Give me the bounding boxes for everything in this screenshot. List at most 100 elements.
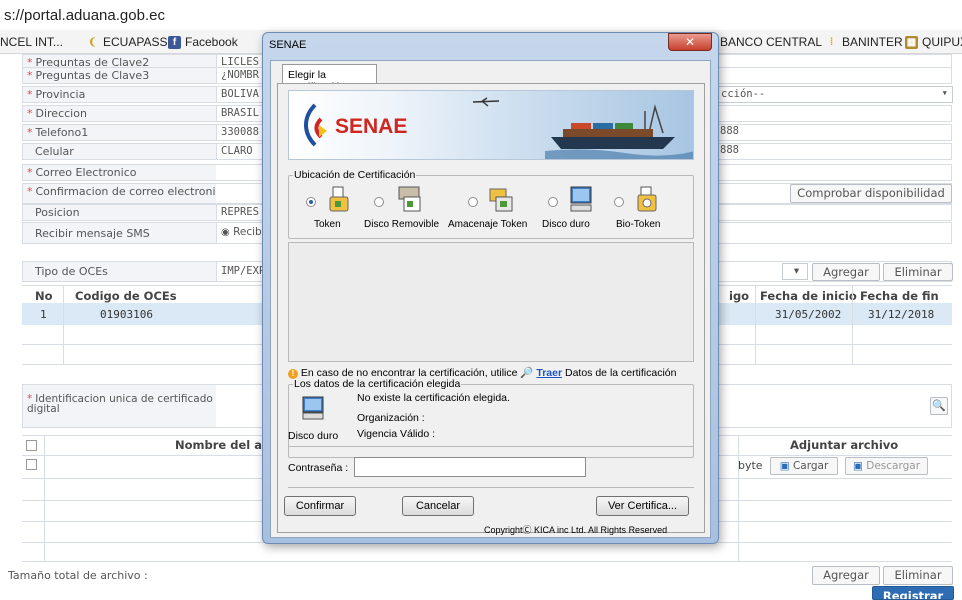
col-divider: [738, 436, 739, 561]
radio-hard-disk[interactable]: [548, 197, 558, 207]
field-label-text: Identificacion unica de certificado digi…: [27, 393, 213, 415]
upload-button[interactable]: ▣ Cargar: [770, 457, 838, 475]
facebook-icon: f: [168, 35, 181, 49]
divider: [288, 446, 694, 447]
selected-cert-legend: Los datos de la certificación elegida: [294, 378, 461, 390]
save-icon: ▣: [852, 460, 863, 472]
airplane-icon: [472, 97, 500, 107]
select-all-checkbox[interactable]: [26, 440, 37, 451]
required-marker: *: [27, 166, 33, 179]
option-label: Token: [314, 219, 341, 230]
tab-choose-certificate[interactable]: Elegir la Certificación: [282, 64, 377, 93]
cancel-button[interactable]: Cancelar: [402, 496, 474, 516]
col-header-end-date: Fecha de fin: [860, 289, 939, 303]
password-input[interactable]: [354, 457, 586, 477]
field-label-text: Tipo de OCEs: [35, 265, 108, 278]
field-label: Tipo de OCEs: [23, 262, 216, 281]
download-button[interactable]: ▣ Descargar: [845, 457, 928, 475]
bookmark-label: BANCO CENTRAL: [720, 35, 823, 49]
required-marker: *: [27, 185, 33, 198]
field-label: Recibir mensaje SMS: [23, 223, 216, 243]
sms-option-label: Recib: [233, 226, 262, 238]
option-token-storage[interactable]: Amacenaje Token: [448, 187, 538, 231]
add-file-button[interactable]: Agregar: [812, 566, 880, 585]
removable-disk-icon: [398, 186, 421, 212]
quipux-icon: ▦: [905, 35, 918, 49]
password-label: Contraseña :: [288, 462, 349, 474]
required-marker: *: [27, 107, 33, 120]
option-label: Disco duro: [542, 219, 590, 230]
address-bar[interactable]: s://portal.aduana.gob.ec: [0, 0, 962, 30]
search-icon[interactable]: 🔍: [930, 397, 948, 415]
telefono-ext: 888: [720, 125, 739, 137]
field-label-text: Posicion: [35, 206, 80, 219]
bookmark-ncel[interactable]: NCEL INT...: [0, 35, 63, 49]
bookmark-label: QUIPUX: [922, 35, 962, 49]
ship-icon: [545, 104, 693, 159]
dialog-body: Elegir la Certificación SENAE: [270, 60, 711, 538]
check-availability-button[interactable]: Comprobar disponibilidad: [790, 184, 952, 203]
save-icon: ▣: [779, 460, 790, 472]
field-label: * Identificacion unica de certificado dig…: [23, 385, 216, 427]
option-bio-token[interactable]: Bio-Token: [608, 186, 668, 231]
bookmark-ecuapass[interactable]: ❨ ECUAPASS: [86, 35, 167, 49]
view-certificate-button[interactable]: Ver Certifica...: [596, 496, 689, 516]
chevron-down-icon[interactable]: ▾: [782, 263, 808, 280]
download-label: Descargar: [866, 460, 921, 472]
oce-delete-button[interactable]: Eliminar: [883, 263, 953, 281]
field-label: * Preguntas de Clave3: [23, 68, 216, 83]
hard-disk-icon: [302, 396, 324, 420]
close-icon[interactable]: ✕: [668, 33, 712, 51]
dialog-title: SENAE: [269, 39, 307, 51]
senae-logo-icon: [304, 103, 327, 147]
option-token[interactable]: Token: [300, 186, 360, 231]
no-cert-message: No existe la certificación elegida.: [357, 392, 510, 404]
bio-token-icon: [637, 186, 657, 212]
senae-banner: SENAE: [288, 90, 694, 160]
ecuapass-icon: ❨: [88, 36, 97, 48]
option-removable-disk[interactable]: Disco Removible: [364, 186, 450, 231]
radio-removable-disk[interactable]: [374, 197, 384, 207]
bookmark-quipux[interactable]: ▦ QUIPUX: [905, 35, 962, 49]
field-label: * Provincia: [23, 87, 216, 102]
token-storage-icon: [489, 188, 513, 212]
field-label-text: Telefono1: [35, 126, 89, 139]
token-icon: [329, 186, 349, 212]
brand-name: SENAE: [335, 115, 408, 138]
size-unit: byte: [738, 459, 763, 472]
row-checkbox[interactable]: [26, 459, 37, 470]
radio-token-storage[interactable]: [468, 197, 478, 207]
field-label-text: Direccion: [35, 107, 87, 120]
provincia-select[interactable]: cción-- ▾: [717, 86, 953, 103]
option-hard-disk[interactable]: Disco duro: [540, 186, 600, 231]
col-divider: [63, 286, 64, 364]
copyright-text: CopyrightⒸ KICA inc Ltd. All Rights Rese…: [484, 525, 668, 535]
col-divider: [852, 286, 853, 364]
col-header-file-name: Nombre del ar: [175, 438, 268, 452]
bookmark-banco-central[interactable]: BANCO CENTRAL: [720, 35, 822, 49]
col-divider: [44, 436, 45, 561]
col-divider: [755, 286, 756, 364]
hard-disk-icon: [570, 186, 592, 212]
bookmark-baninter[interactable]: ⁞ BANINTER: [825, 35, 903, 49]
selected-device-label: Disco duro: [288, 430, 339, 442]
cell-code: 01903106: [100, 308, 153, 321]
cell-end-date: 31/12/2018: [868, 308, 935, 321]
certificate-list[interactable]: [288, 242, 694, 362]
radio-token[interactable]: [306, 197, 316, 207]
delete-file-button[interactable]: Eliminar: [883, 566, 953, 585]
bookmark-facebook[interactable]: f Facebook: [168, 35, 238, 49]
field-label: * Correo Electronico: [23, 165, 216, 180]
required-marker: *: [27, 88, 33, 101]
location-legend: Ubicación de Certificación: [294, 169, 416, 181]
option-label: Disco Removible: [364, 219, 440, 230]
field-label-text: Provincia: [35, 88, 86, 101]
divider: [288, 487, 694, 488]
row-divider: [22, 561, 952, 562]
oce-add-button[interactable]: Agregar: [812, 263, 880, 281]
field-label-text: Celular: [35, 145, 74, 158]
field-label: Posicion: [23, 205, 216, 220]
radio-bio-token[interactable]: [614, 197, 624, 207]
select-value: cción--: [721, 88, 766, 100]
confirm-button[interactable]: Confirmar: [284, 496, 356, 516]
